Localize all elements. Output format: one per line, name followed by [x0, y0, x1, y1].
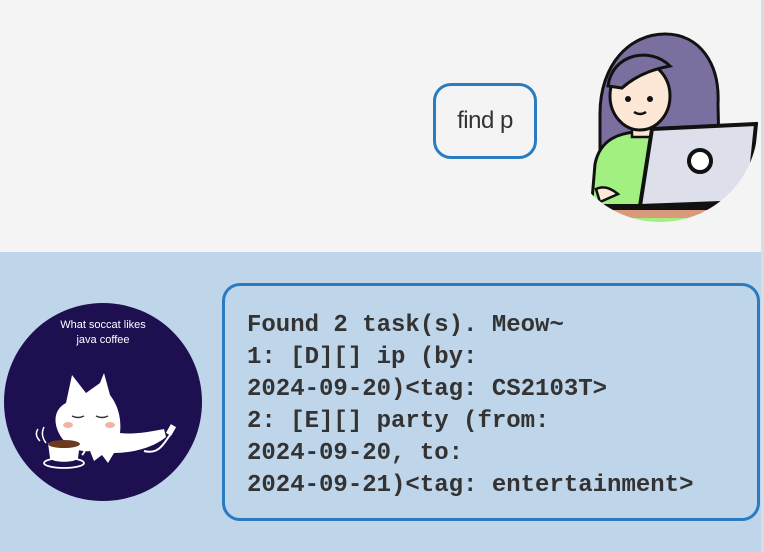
- bot-message-bubble: Found 2 task(s). Meow~ 1: [D][] ip (by: …: [222, 283, 760, 521]
- user-message-bubble: find p: [433, 83, 537, 159]
- user-message-row: find p: [0, 0, 761, 252]
- girl-with-laptop-icon: [562, 26, 758, 222]
- avatar-caption-line1: What soccat likes: [60, 319, 146, 331]
- cat-drinking-coffee-icon: What soccat likes java coffee: [4, 303, 202, 501]
- bot-message-row: What soccat likes java coffee Found 2 ta…: [0, 252, 761, 552]
- avatar-caption-line2: java coffee: [75, 334, 129, 346]
